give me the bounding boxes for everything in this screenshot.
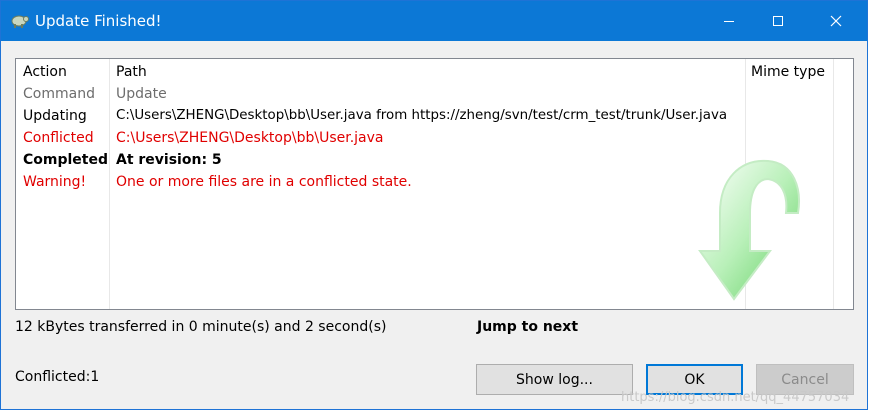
column-header-action[interactable]: Action: [23, 61, 67, 83]
list-header: Action Path Mime type: [16, 61, 853, 83]
close-icon: [830, 15, 842, 27]
show-log-button[interactable]: Show log...: [476, 364, 633, 395]
table-row[interactable]: Warning! One or more files are in a conf…: [16, 171, 853, 193]
row-path: One or more files are in a conflicted st…: [116, 174, 412, 190]
row-action: Command: [23, 86, 95, 102]
table-row[interactable]: Command Update: [16, 83, 853, 105]
row-path: C:\Users\ZHENG\Desktop\bb\User.java: [116, 130, 384, 146]
conflicted-count: Conflicted:1: [15, 369, 100, 385]
row-action: Conflicted: [23, 130, 94, 146]
table-row[interactable]: Conflicted C:\Users\ZHENG\Desktop\bb\Use…: [16, 127, 853, 149]
results-list[interactable]: Action Path Mime type Command Update Upd…: [15, 58, 854, 310]
update-finished-dialog: Update Finished! Action Path Mime type C…: [0, 0, 868, 410]
table-row[interactable]: Updating C:\Users\ZHENG\Desktop\bb\User.…: [16, 105, 853, 127]
row-path: Update: [116, 86, 167, 102]
window-title: Update Finished!: [35, 12, 162, 30]
watermark: https://blog.csdn.net/qq_44757034: [621, 390, 850, 405]
row-action: Updating: [23, 108, 87, 124]
row-path: C:\Users\ZHENG\Desktop\bb\User.java from…: [116, 108, 728, 123]
column-header-path[interactable]: Path: [116, 61, 147, 83]
maximize-button[interactable]: [755, 1, 801, 41]
table-row[interactable]: Completed At revision: 5: [16, 149, 853, 171]
row-path: At revision: 5: [116, 152, 222, 168]
transfer-status: 12 kBytes transferred in 0 minute(s) and…: [15, 319, 387, 335]
jump-to-next-link[interactable]: Jump to next: [477, 319, 578, 335]
maximize-icon: [773, 16, 783, 26]
row-action: Completed: [23, 152, 109, 168]
row-action: Warning!: [23, 174, 87, 190]
column-header-mime-type[interactable]: Mime type: [751, 61, 825, 83]
tortoise-icon: [10, 12, 30, 30]
close-button[interactable]: [813, 1, 859, 41]
minimize-button[interactable]: [706, 1, 752, 41]
minimize-icon: [724, 21, 734, 22]
title-bar[interactable]: Update Finished!: [1, 1, 867, 41]
